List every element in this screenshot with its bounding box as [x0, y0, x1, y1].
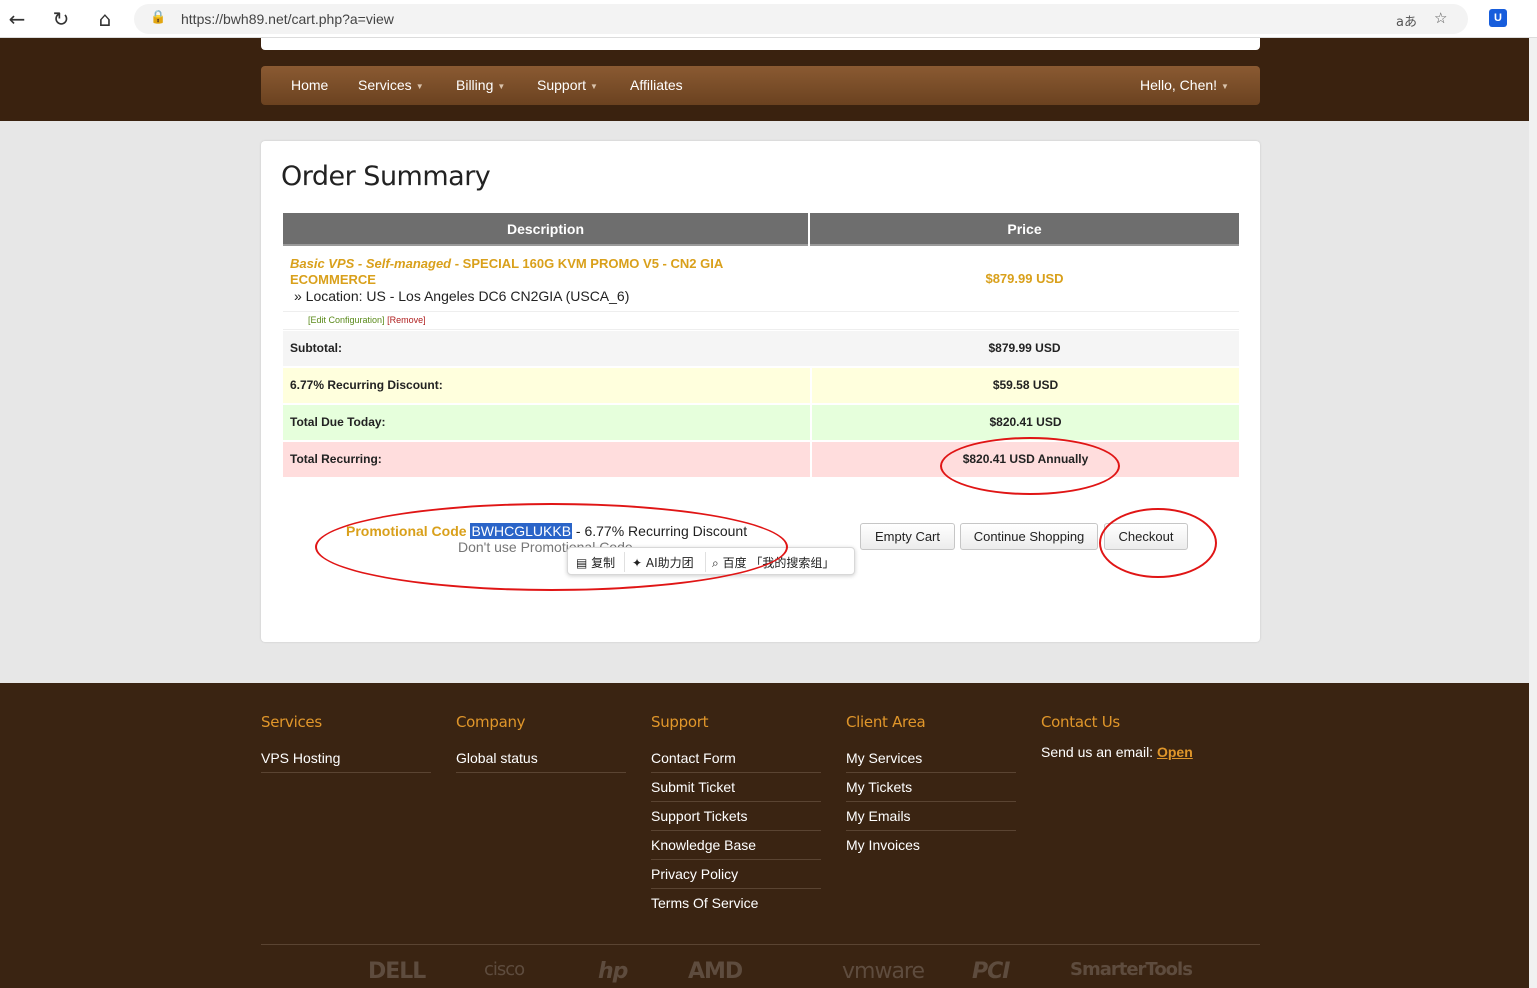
footer-link-submit-ticket[interactable]: Submit Ticket [651, 773, 821, 802]
home-icon[interactable]: ⌂ [94, 8, 116, 30]
nav-user-menu[interactable]: Hello, Chen! ▼ [1140, 77, 1229, 93]
row-divider [283, 311, 1239, 312]
nav-affiliates[interactable]: Affiliates [630, 77, 683, 93]
vmware-logo: vmware [842, 959, 925, 984]
caret-down-icon: ▼ [590, 81, 598, 91]
annotation-circle-promo [315, 503, 788, 591]
browser-toolbar: ← ↻ ⌂ 🔒 https://bwh89.net/cart.php?a=vie… [0, 0, 1537, 38]
footer-open-link[interactable]: Open [1157, 744, 1193, 760]
discount-value: $59.58 USD [810, 368, 1239, 403]
amd-logo: AMD [688, 959, 743, 984]
footer-link-my-invoices[interactable]: My Invoices [846, 831, 1016, 860]
page-scrollbar[interactable] [1529, 38, 1537, 988]
footer-company-heading: Company [456, 713, 526, 731]
back-icon[interactable]: ← [6, 8, 28, 30]
total-due-label: Total Due Today: [290, 415, 386, 429]
footer-link-vps-hosting[interactable]: VPS Hosting [261, 744, 431, 773]
nav-services-label[interactable]: Services [358, 77, 412, 93]
footer-link-my-emails[interactable]: My Emails [846, 802, 1016, 831]
product-row: Basic VPS - Self-managed - SPECIAL 160G … [283, 249, 1239, 329]
footer-contact-text: Send us an email: Open [1041, 744, 1261, 760]
footer-contact-heading: Contact Us [1041, 713, 1120, 731]
footer-link-knowledge-base[interactable]: Knowledge Base [651, 831, 821, 860]
nav-user-label[interactable]: Hello, Chen! [1140, 77, 1217, 93]
nav-billing-label[interactable]: Billing [456, 77, 493, 93]
discount-row: 6.77% Recurring Discount: $59.58 USD [283, 368, 1239, 403]
column-header-price: Price [810, 213, 1239, 246]
caret-down-icon: ▼ [415, 81, 424, 91]
column-header-description: Description [283, 213, 808, 246]
footer-link-support-tickets[interactable]: Support Tickets [651, 802, 821, 831]
footer-support: Support Contact Form Submit Ticket Suppo… [651, 713, 821, 918]
remove-link[interactable]: [Remove] [387, 315, 426, 325]
footer-client-area: Client Area My Services My Tickets My Em… [846, 713, 1016, 860]
nav-home[interactable]: Home [291, 77, 328, 93]
reload-icon[interactable]: ↻ [50, 8, 72, 30]
nav-support[interactable]: Support ▼ [537, 77, 598, 93]
nav-support-label[interactable]: Support [537, 77, 586, 93]
footer-link-my-services[interactable]: My Services [846, 744, 1016, 773]
pci-logo: PCI [972, 959, 1010, 984]
total-due-row: Total Due Today: $820.41 USD [283, 405, 1239, 440]
nav-services[interactable]: Services ▼ [358, 77, 424, 93]
total-due-value: $820.41 USD [810, 405, 1239, 440]
product-actions: [Edit Configuration] [Remove] [308, 315, 426, 325]
subtotal-row: Subtotal: $879.99 USD [283, 331, 1239, 366]
smartertools-logo: SmarterTools [1070, 959, 1193, 980]
bitwarden-icon[interactable]: U [1489, 9, 1507, 27]
url-text[interactable]: https://bwh89.net/cart.php?a=view [181, 11, 394, 27]
footer-company: Company Global status [456, 713, 626, 773]
translate-icon[interactable]: aあ [1396, 11, 1417, 30]
caret-down-icon: ▼ [1221, 81, 1229, 91]
nav-billing[interactable]: Billing ▼ [456, 77, 505, 93]
empty-cart-button[interactable]: Empty Cart [860, 523, 955, 550]
main-navbar: Home Services ▼ Billing ▼ Support ▼ Affilia… [261, 66, 1260, 105]
total-recurring-label: Total Recurring: [290, 452, 382, 466]
product-name: Basic VPS - Self-managed - SPECIAL 160G … [290, 256, 790, 288]
footer-services: Services VPS Hosting [261, 713, 431, 773]
row-divider [283, 329, 1239, 330]
annotation-circle-checkout [1099, 508, 1217, 578]
subtotal-label: Subtotal: [290, 341, 342, 355]
footer-contact: Contact Us Send us an email: Open [1041, 713, 1261, 760]
continue-shopping-button[interactable]: Continue Shopping [960, 523, 1098, 550]
header-top-strip [261, 38, 1260, 50]
address-bar[interactable]: 🔒 https://bwh89.net/cart.php?a=view aあ ☆ [134, 4, 1468, 34]
footer-support-heading: Support [651, 713, 709, 731]
annotation-circle-recurring [940, 437, 1120, 495]
subtotal-value: $879.99 USD [988, 341, 1061, 355]
edit-configuration-link[interactable]: [Edit Configuration] [308, 315, 385, 325]
product-price: $879.99 USD [985, 271, 1064, 286]
footer-services-heading: Services [261, 713, 322, 731]
lock-icon[interactable]: 🔒 [150, 10, 166, 25]
dell-logo: DELL [368, 959, 426, 984]
hp-logo: hp [598, 959, 628, 984]
footer-divider [261, 944, 1260, 945]
footer-client-heading: Client Area [846, 713, 926, 731]
discount-label: 6.77% Recurring Discount: [290, 378, 443, 392]
product-group: Basic VPS - Self-managed [290, 256, 452, 271]
footer-link-global-status[interactable]: Global status [456, 744, 626, 773]
star-icon[interactable]: ☆ [1434, 9, 1447, 27]
footer-link-my-tickets[interactable]: My Tickets [846, 773, 1016, 802]
footer-link-terms[interactable]: Terms Of Service [651, 889, 821, 918]
site-footer: Services VPS Hosting Company Global stat… [0, 683, 1529, 988]
page-title: Order Summary [281, 161, 491, 192]
footer-link-privacy-policy[interactable]: Privacy Policy [651, 860, 821, 889]
footer-link-contact-form[interactable]: Contact Form [651, 744, 821, 773]
product-location: » Location: US - Los Angeles DC6 CN2GIA … [294, 288, 630, 304]
caret-down-icon: ▼ [497, 81, 506, 91]
footer-contact-label: Send us an email: [1041, 744, 1157, 760]
cisco-logo: cisco [484, 959, 525, 980]
